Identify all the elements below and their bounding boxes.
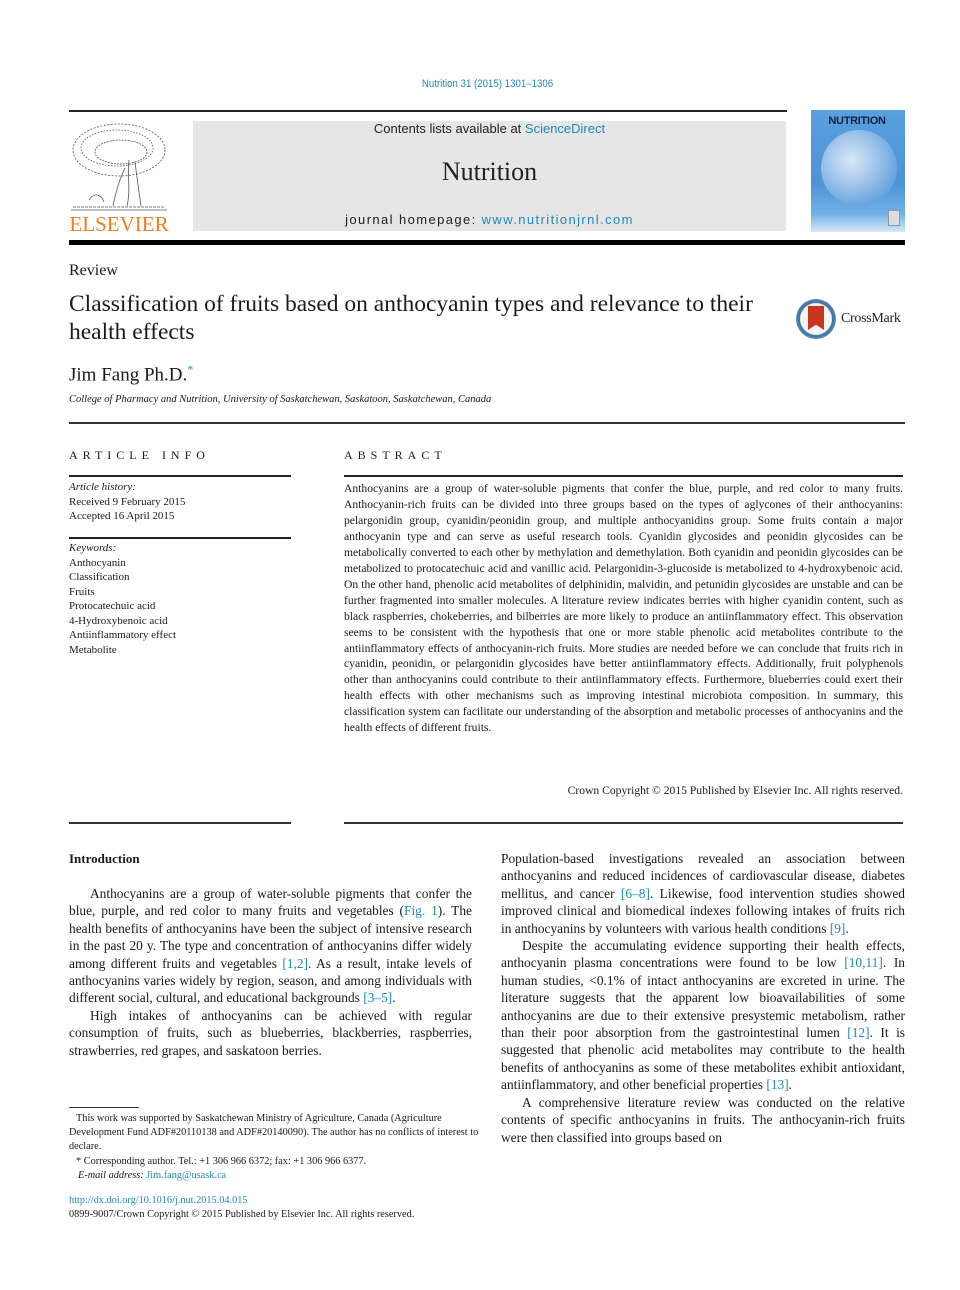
cover-publisher-logo — [888, 210, 900, 226]
introduction-heading: Introduction — [69, 851, 140, 866]
history-label: Article history: — [69, 481, 136, 493]
header-rule — [69, 110, 787, 112]
abstract-heading: ABSTRACT — [344, 448, 447, 462]
text-run: . — [845, 920, 849, 936]
corresponding-author-footnote: * Corresponding author. Tel.: +1 306 966… — [76, 1155, 367, 1167]
homepage-link[interactable]: www.nutritionjrnl.com — [482, 212, 634, 227]
reference-link[interactable]: [12] — [847, 1025, 869, 1040]
elsevier-tree-icon — [71, 123, 167, 211]
abstract-rule — [344, 475, 903, 477]
reference-link[interactable]: [1,2] — [282, 956, 308, 971]
contents-availability: Contents lists available at ScienceDirec… — [193, 121, 786, 136]
body-paragraph: Population-based investigations revealed… — [501, 850, 905, 937]
footnotes: This work was supported by Saskatchewan … — [69, 1112, 479, 1183]
email-label: E-mail address: — [78, 1169, 147, 1181]
elsevier-wordmark: ELSEVIER — [69, 212, 169, 236]
body-paragraph: Anthocyanins are a group of water-solubl… — [69, 885, 472, 1007]
sciencedirect-link[interactable]: ScienceDirect — [525, 121, 605, 136]
journal-cover-image[interactable]: NUTRITION — [811, 110, 905, 232]
article-title: Classification of fruits based on anthoc… — [69, 291, 753, 345]
reference-link[interactable]: [13] — [766, 1077, 788, 1092]
issn-copyright: 0899-9007/Crown Copyright © 2015 Publish… — [69, 1209, 415, 1220]
keyword-item: Classification — [69, 571, 130, 583]
corresponding-author-mark[interactable]: * — [187, 362, 193, 376]
keywords-rule — [69, 537, 291, 539]
article-info-rule — [69, 475, 291, 477]
article-info-heading: ARTICLE INFO — [69, 448, 210, 462]
body-paragraph: Despite the accumulating evidence suppor… — [501, 937, 905, 1094]
contents-prefix: Contents lists available at — [373, 121, 525, 136]
keyword-item: Protocatechuic acid — [69, 600, 156, 612]
crossmark-button[interactable]: CrossMark — [796, 299, 908, 341]
keyword-item: Anthocyanin — [69, 556, 126, 569]
text-run: . — [788, 1077, 793, 1093]
reference-link[interactable]: [6–8] — [621, 886, 650, 901]
received-date: Received 9 February 2015 — [69, 495, 186, 508]
reference-link[interactable]: [3–5] — [363, 990, 392, 1005]
body-paragraph: High intakes of anthocyanins can be achi… — [69, 1007, 472, 1058]
header-thick-rule — [69, 240, 905, 245]
email-link[interactable]: Jim.fang@usask.ca — [146, 1170, 226, 1181]
article-info-end-rule — [69, 822, 291, 824]
article-type: Review — [69, 262, 118, 279]
body-column-left: Anthocyanins are a group of water-solubl… — [69, 885, 472, 1059]
abstract-end-rule — [344, 822, 903, 824]
journal-name: Nutrition — [441, 157, 538, 186]
abstract-text: Anthocyanins are a group of water-solubl… — [344, 482, 903, 735]
body-paragraph: A comprehensive literature review was co… — [501, 1094, 905, 1145]
text-run: . — [392, 990, 396, 1006]
globe-icon — [821, 130, 897, 206]
keyword-item: Fruits — [69, 585, 95, 598]
body-column-right: Population-based investigations revealed… — [501, 850, 905, 1146]
reference-link[interactable]: [10,11] — [844, 955, 883, 970]
keywords-label: Keywords: — [69, 542, 117, 554]
footnote-rule — [69, 1107, 139, 1108]
homepage-prefix: journal homepage: — [345, 212, 482, 227]
crossmark-label: CrossMark — [841, 311, 901, 326]
doi-link[interactable]: http://dx.doi.org/10.1016/j.nut.2015.04.… — [69, 1195, 248, 1206]
keyword-item: Metabolite — [69, 643, 117, 656]
funding-footnote: This work was supported by Saskatchewan … — [69, 1113, 479, 1153]
figure-link[interactable]: Fig. 1 — [404, 903, 438, 918]
cover-title: NUTRITION — [828, 115, 886, 127]
author-affiliation: College of Pharmacy and Nutrition, Unive… — [69, 394, 492, 405]
reference-link[interactable]: [9] — [830, 921, 846, 936]
journal-homepage: journal homepage: www.nutritionjrnl.com — [193, 212, 786, 227]
journal-masthead: Contents lists available at ScienceDirec… — [193, 121, 786, 231]
accepted-date: Accepted 16 April 2015 — [69, 510, 175, 522]
email-footnote: E-mail address: Jim.fang@usask.ca — [69, 1169, 479, 1183]
article-history: Article history: Received 9 February 201… — [69, 480, 185, 524]
keyword-item: 4-Hydroxybenoic acid — [69, 614, 168, 627]
author-name[interactable]: Jim Fang Ph.D.* — [69, 362, 193, 386]
keywords-list: Keywords: Anthocyanin Classification Fru… — [69, 541, 176, 657]
author-name-text: Jim Fang Ph.D. — [69, 364, 188, 386]
title-rule — [69, 422, 905, 424]
abstract-copyright: Crown Copyright © 2015 Published by Else… — [567, 784, 903, 797]
journal-citation-link[interactable]: Nutrition 31 (2015) 1301–1306 — [59, 78, 917, 90]
keyword-item: Antiinflammatory effect — [69, 629, 177, 641]
